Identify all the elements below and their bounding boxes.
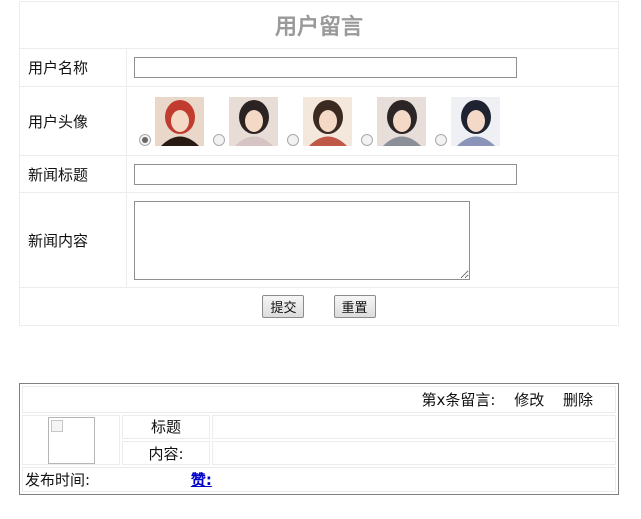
delete-link[interactable]: 删除 (563, 391, 593, 409)
avatar-options (127, 96, 618, 146)
avatar-radio[interactable] (139, 133, 151, 146)
avatar-option[interactable] (139, 96, 204, 146)
avatar-radio[interactable] (287, 133, 299, 146)
username-input[interactable] (134, 57, 517, 78)
avatar-option[interactable] (435, 96, 500, 146)
message-footer: 发布时间: 赞: (22, 467, 616, 492)
publish-time-label: 发布时间: (25, 471, 91, 490)
avatar-label: 用户头像 (19, 86, 127, 156)
message-card: 第x条留言: 修改 删除 标题 内容: 发布时间: 赞: (19, 383, 619, 495)
message-content-label: 内容: (122, 441, 210, 466)
avatar-radio[interactable] (361, 133, 373, 146)
username-label: 用户名称 (19, 48, 127, 87)
message-index: 第x条留言: (421, 390, 496, 409)
user-avatar-image (47, 416, 95, 464)
message-title-label: 标题 (122, 414, 210, 440)
message-title-value (212, 414, 616, 440)
news-content-label: 新闻内容 (19, 192, 127, 288)
message-content-value (212, 441, 616, 466)
news-content-textarea[interactable] (134, 200, 470, 280)
edit-link[interactable]: 修改 (514, 391, 544, 409)
avatar-3-image (303, 96, 352, 146)
submit-button[interactable]: 提交 (262, 295, 305, 318)
avatar-option[interactable] (213, 96, 278, 146)
avatar-option[interactable] (361, 96, 426, 146)
avatar-5-image (451, 96, 500, 146)
avatar-option[interactable] (287, 96, 352, 146)
avatar-radio[interactable] (213, 133, 225, 146)
like-link[interactable]: 赞: (191, 471, 212, 489)
form-title: 用户留言 (19, 1, 619, 49)
message-header: 第x条留言: 修改 删除 (22, 386, 616, 413)
avatar-1-image (155, 96, 204, 146)
news-title-input[interactable] (134, 163, 517, 185)
news-title-label: 新闻标题 (19, 155, 127, 193)
avatar-radio[interactable] (435, 133, 447, 146)
avatar-2-image (229, 96, 278, 146)
reset-button[interactable]: 重置 (333, 295, 376, 318)
avatar-4-image (377, 96, 426, 146)
message-form: 用户留言 用户名称 用户头像 新闻标题 新闻内容 提交 重置 (19, 1, 619, 326)
